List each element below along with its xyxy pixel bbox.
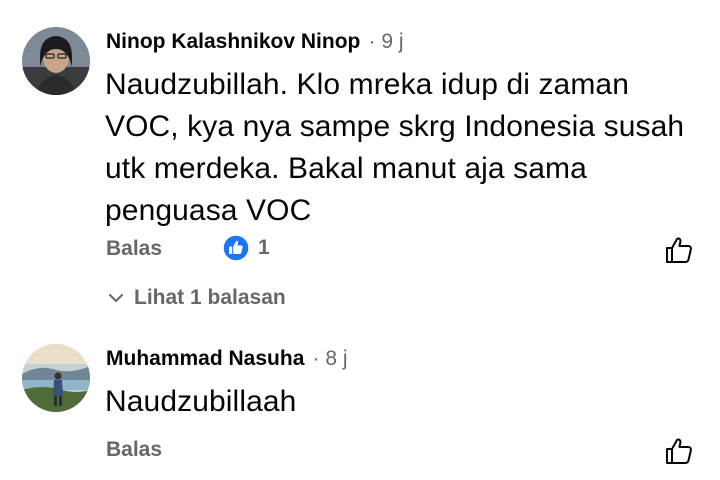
comment-body-line: Naudzubillaah	[105, 385, 297, 418]
chevron-down-icon	[109, 294, 123, 302]
reply-button[interactable]: Balas	[106, 438, 162, 462]
comment-header: Ninop Kalashnikov Ninop · 9 j	[106, 30, 404, 54]
avatar-photo	[22, 344, 90, 412]
comment-body: Naudzubillah. Klo mreka idup di zaman VO…	[105, 64, 684, 232]
thumb-up-outline-icon[interactable]	[664, 235, 694, 265]
comment-body-line: penguasa VOC	[105, 194, 312, 227]
reaction-summary[interactable]: 1	[222, 234, 270, 262]
timestamp[interactable]: 8 j	[325, 347, 347, 370]
author-name[interactable]: Ninop Kalashnikov Ninop	[106, 30, 360, 53]
timestamp[interactable]: 9 j	[381, 30, 403, 53]
comment-thread: Ninop Kalashnikov Ninop · 9 j Naudzubillah…	[0, 0, 720, 480]
like-count: 1	[258, 236, 270, 259]
comment-header: Muhammad Nasuha · 8 j	[106, 347, 348, 371]
reply-button[interactable]: Balas	[106, 237, 162, 261]
author-name[interactable]: Muhammad Nasuha	[106, 347, 304, 370]
comment: Muhammad Nasuha · 8 j Naudzubillaah Balas	[0, 320, 720, 480]
separator-dot: ·	[368, 30, 376, 53]
comment-body: Naudzubillaah	[105, 381, 296, 423]
thumb-up-outline-icon[interactable]	[664, 436, 694, 466]
comment-body-line: utk merdeka. Bakal manut aja sama	[105, 152, 587, 185]
comment: Ninop Kalashnikov Ninop · 9 j Naudzubillah…	[0, 0, 720, 320]
like-reaction-icon	[222, 234, 250, 262]
avatar-photo	[22, 27, 90, 95]
avatar[interactable]	[22, 27, 90, 95]
avatar[interactable]	[22, 344, 90, 412]
view-replies-label: Lihat 1 balasan	[134, 286, 286, 309]
view-replies-link[interactable]: Lihat 1 balasan	[108, 286, 286, 310]
separator-dot: ·	[312, 347, 320, 370]
comment-body-line: Naudzubillah. Klo mreka idup di zaman	[105, 68, 629, 101]
comment-body-line: VOC, kya nya sampe skrg Indonesia susah	[105, 110, 685, 143]
